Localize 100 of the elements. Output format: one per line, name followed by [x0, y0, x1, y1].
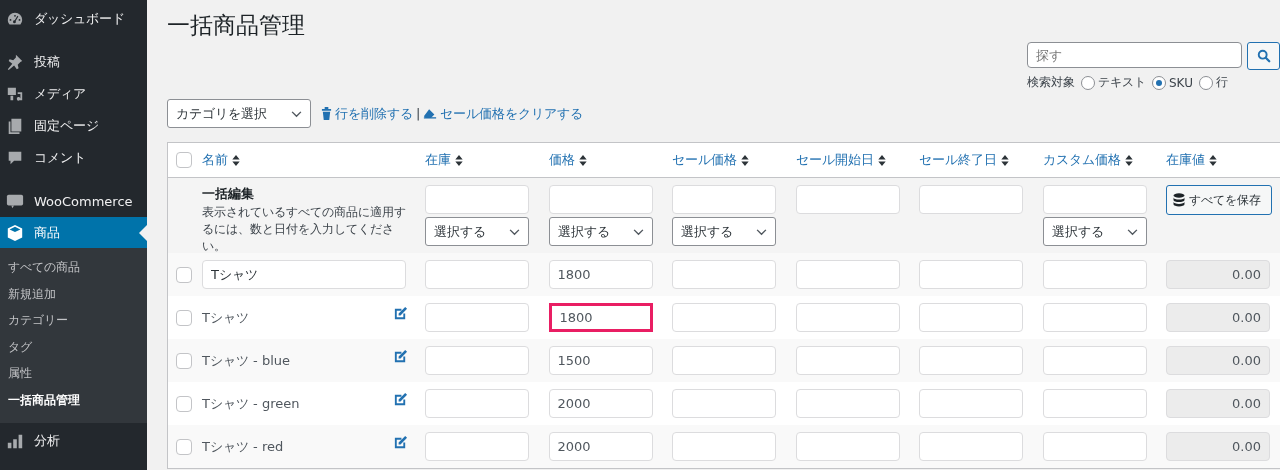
column-header[interactable]: カスタム価格 [1042, 151, 1121, 169]
sidebar-item[interactable]: 商品 [0, 217, 147, 248]
sale-price-field[interactable] [672, 346, 776, 375]
sidebar-item[interactable]: コメント [0, 142, 147, 174]
pin-icon [6, 53, 24, 71]
bulk-input-field[interactable] [919, 185, 1023, 214]
sale-end-field[interactable] [919, 346, 1023, 375]
edit-icon[interactable] [393, 392, 408, 407]
product-name: Tシャツ - blue [202, 351, 290, 370]
radio-button[interactable] [1152, 75, 1166, 90]
submenu-item[interactable]: タグ [0, 333, 147, 361]
sale-start-field[interactable] [795, 389, 900, 418]
sale-start-field[interactable] [795, 303, 900, 332]
column-header[interactable]: 在庫値 [1166, 151, 1205, 169]
stock-field[interactable] [425, 260, 529, 289]
column-header[interactable]: セール終了日 [919, 151, 997, 169]
radio-button[interactable] [1081, 75, 1095, 90]
submenu-item[interactable]: すべての商品 [0, 254, 147, 281]
stock-value-field[interactable]: 0.00 [1166, 260, 1270, 289]
price-field[interactable]: 2000 [548, 389, 653, 418]
price-field[interactable]: 1500 [548, 346, 653, 375]
sale-end-field[interactable] [919, 260, 1023, 289]
search-button[interactable] [1247, 42, 1280, 70]
sale-price-field[interactable] [672, 432, 776, 461]
sale-end-field[interactable] [919, 389, 1023, 418]
column-header[interactable]: セール価格 [672, 151, 737, 169]
sort-icon [455, 154, 463, 166]
sidebar-item[interactable]: メディア [0, 78, 147, 110]
bulk-input-field[interactable] [672, 185, 776, 214]
bulk-edit-description: 表示されているすべての商品に適用するには、数と日付を入力してください。 [202, 204, 407, 255]
bulk-select[interactable]: 選択する [548, 217, 653, 246]
sale-start-field[interactable] [795, 432, 900, 461]
select-all-checkbox[interactable] [176, 152, 192, 168]
price-field[interactable]: 1800 [548, 303, 653, 332]
column-header[interactable]: セール開始日 [795, 151, 874, 169]
toolbar-link[interactable]: 行を削除する [335, 104, 413, 123]
stock-field[interactable] [425, 346, 529, 375]
bulk-input-field[interactable] [1042, 185, 1147, 214]
sale-price-field[interactable] [672, 303, 776, 332]
chevron-icon [1126, 229, 1138, 236]
submenu-item[interactable]: 属性 [0, 360, 147, 387]
sale-start-field[interactable] [795, 346, 900, 375]
custom-price-field[interactable] [1042, 260, 1147, 289]
sale-price-field[interactable] [672, 389, 776, 418]
custom-price-field[interactable] [1042, 389, 1147, 418]
sidebar-item[interactable]: 投稿 [0, 46, 147, 78]
sidebar-item[interactable]: 固定ページ [0, 110, 147, 142]
media-icon [6, 85, 24, 103]
sidebar-item[interactable]: ダッシュボード [0, 3, 147, 35]
search-field[interactable]: 探す [1027, 42, 1242, 68]
link-separator: | [416, 106, 421, 121]
custom-price-field[interactable] [1042, 303, 1147, 332]
bulk-select[interactable]: 選択する [1042, 217, 1147, 246]
row-checkbox[interactable] [176, 438, 192, 455]
submenu-item[interactable]: カテゴリー [0, 307, 147, 334]
sidebar-item[interactable]: 分析 [0, 424, 147, 457]
stock-field[interactable] [425, 389, 529, 418]
product-name: Tシャツ - green [202, 394, 300, 413]
custom-price-field[interactable] [1042, 432, 1147, 461]
row-checkbox[interactable] [176, 352, 192, 369]
sale-start-field[interactable] [795, 260, 900, 289]
sale-end-field[interactable] [919, 432, 1023, 461]
stock-value-field[interactable]: 0.00 [1166, 303, 1270, 332]
bulk-input-field[interactable] [548, 185, 653, 214]
radio-button[interactable] [1198, 75, 1213, 90]
edit-icon[interactable] [393, 435, 408, 450]
stock-field[interactable] [425, 432, 529, 461]
chevron-icon [291, 111, 302, 118]
stock-value-field[interactable]: 0.00 [1166, 432, 1270, 461]
submenu-item[interactable]: 一括商品管理 [0, 386, 147, 414]
column-header[interactable]: 在庫 [425, 151, 451, 169]
search-icon [1256, 49, 1271, 63]
edit-icon[interactable] [393, 349, 408, 364]
stock-value-field[interactable]: 0.00 [1166, 389, 1270, 418]
stock-value-field[interactable]: 0.00 [1166, 346, 1270, 375]
sale-end-field[interactable] [919, 303, 1023, 332]
column-header[interactable]: 名前 [202, 151, 228, 169]
submenu-item[interactable]: 新規追加 [0, 280, 147, 308]
toolbar-link[interactable]: セール価格をクリアする [440, 104, 584, 123]
bulk-select[interactable]: 選択する [425, 217, 529, 246]
sale-price-field[interactable] [672, 260, 776, 289]
bulk-input-field[interactable] [795, 185, 900, 214]
price-field[interactable]: 1800 [548, 260, 653, 289]
bulk-select[interactable]: 選択する [672, 217, 776, 246]
save-all-button[interactable]: すべてを保存 [1166, 185, 1272, 215]
name-field[interactable]: Tシャツ [202, 260, 406, 289]
row-checkbox[interactable] [176, 395, 192, 412]
stock-field[interactable] [425, 303, 529, 332]
edit-icon[interactable] [393, 306, 408, 321]
custom-price-field[interactable] [1042, 346, 1147, 375]
category-select[interactable]: カテゴリを選択 [167, 99, 311, 128]
bulk-input-field[interactable] [425, 185, 529, 214]
row-checkbox[interactable] [176, 309, 192, 326]
documents-icon [6, 117, 24, 135]
search-target-label: 検索対象 [1027, 74, 1075, 91]
radio-label: テキスト [1098, 74, 1146, 91]
sidebar-item[interactable]: WooCommerce [0, 185, 147, 217]
price-field[interactable]: 2000 [548, 432, 653, 461]
row-checkbox[interactable] [176, 266, 192, 283]
column-header[interactable]: 価格 [548, 151, 575, 169]
